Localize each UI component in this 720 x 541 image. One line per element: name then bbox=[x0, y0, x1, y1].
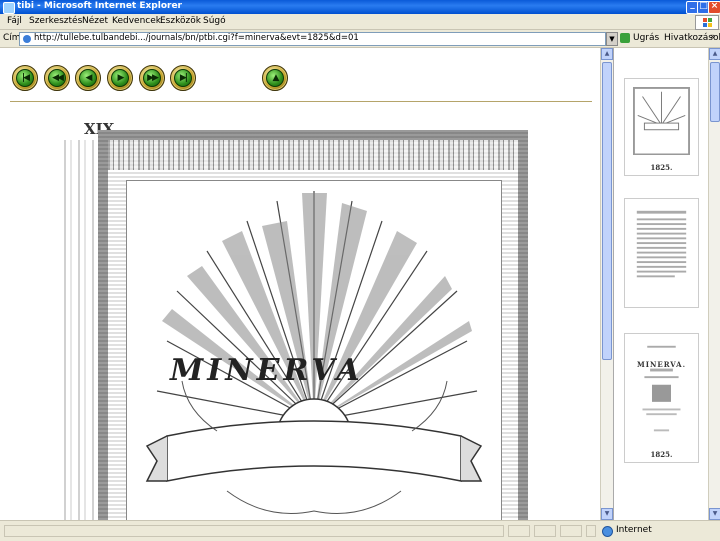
menu-view[interactable]: Nézet bbox=[82, 16, 108, 26]
thumbnail-caption: 1825. bbox=[650, 450, 673, 459]
previous-section-button[interactable]: ◀◀ bbox=[44, 65, 70, 91]
thumb-scroll-thumb[interactable] bbox=[710, 62, 720, 122]
page-margin-text bbox=[58, 140, 94, 520]
globe-icon bbox=[602, 526, 613, 537]
document-viewer: |◀ ◀◀ ◀ ▶ ▶▶ ▶| ▲ XIX MINERVA bbox=[0, 48, 600, 520]
thumbnail-page-1[interactable]: 1825. bbox=[624, 78, 699, 176]
next-icon: ▶ bbox=[117, 73, 125, 83]
status-bar: Internet bbox=[0, 520, 720, 541]
status-segment bbox=[586, 525, 596, 537]
security-zone: Internet bbox=[616, 525, 652, 535]
address-input[interactable]: http://tullebe.tulbandebi.../journals/bn… bbox=[19, 32, 606, 46]
engraving-area bbox=[126, 180, 502, 520]
up-button[interactable]: ▲ bbox=[262, 65, 288, 91]
address-label: Cím bbox=[3, 33, 21, 43]
thumbnail-page-2[interactable] bbox=[624, 198, 699, 308]
menu-help[interactable]: Súgó bbox=[203, 16, 226, 26]
first-page-icon: |◀ bbox=[21, 73, 30, 83]
go-button[interactable]: Ugrás bbox=[633, 33, 659, 43]
menu-file[interactable]: Fájl bbox=[7, 16, 22, 26]
address-url: http://tullebe.tulbandebi.../journals/bn… bbox=[34, 33, 359, 43]
next-section-button[interactable]: ▶▶ bbox=[139, 65, 165, 91]
toolbar-divider bbox=[10, 101, 592, 102]
thumbnail-page-3[interactable]: MINERVA. 1825. bbox=[624, 333, 699, 463]
thumbnail-scrollbar[interactable]: ▲ ▼ bbox=[708, 48, 720, 520]
frame-ornament bbox=[108, 140, 518, 170]
first-page-button[interactable]: |◀ bbox=[12, 65, 38, 91]
address-bar: Cím http://tullebe.tulbandebi.../journal… bbox=[0, 30, 720, 48]
previous-icon: ◀ bbox=[85, 73, 93, 83]
last-page-icon: ▶| bbox=[179, 73, 188, 83]
status-text-area bbox=[4, 525, 504, 537]
next-page-button[interactable]: ▶ bbox=[107, 65, 133, 91]
links-chevron-icon[interactable]: » bbox=[710, 32, 716, 42]
title-bar: tibi - Microsoft Internet Explorer bbox=[0, 0, 720, 14]
address-dropdown-button[interactable]: ▼ bbox=[606, 32, 618, 46]
viewer-scrollbar[interactable]: ▲ ▼ bbox=[600, 48, 613, 520]
status-segment bbox=[534, 525, 556, 537]
page-icon bbox=[23, 35, 31, 43]
thumbnail-art bbox=[642, 345, 681, 432]
window-title: tibi - Microsoft Internet Explorer bbox=[17, 1, 182, 11]
ornamental-frame bbox=[98, 130, 528, 520]
go-arrow-icon[interactable] bbox=[620, 33, 630, 43]
rewind-icon: ◀◀ bbox=[52, 73, 64, 83]
thumbnail-caption: 1825. bbox=[650, 163, 673, 172]
menu-edit[interactable]: Szerkesztés bbox=[29, 16, 82, 26]
thumbnail-art bbox=[633, 87, 690, 156]
up-arrow-icon: ▲ bbox=[272, 73, 280, 83]
sunburst-engraving bbox=[145, 191, 483, 514]
status-segment bbox=[508, 525, 530, 537]
banner-title: MINERVA bbox=[170, 353, 364, 388]
scroll-thumb[interactable] bbox=[602, 62, 612, 360]
previous-page-button[interactable]: ◀ bbox=[75, 65, 101, 91]
fast-forward-icon: ▶▶ bbox=[147, 73, 159, 83]
thumb-scroll-up-icon[interactable]: ▲ bbox=[709, 48, 720, 60]
scroll-up-icon[interactable]: ▲ bbox=[601, 48, 613, 60]
menu-tools[interactable]: Eszközök bbox=[160, 16, 201, 26]
scroll-down-icon[interactable]: ▼ bbox=[601, 508, 613, 520]
menu-favorites[interactable]: Kedvencek bbox=[112, 16, 161, 26]
thumbnail-panel: 1825. MINERVA. 1825. bbox=[613, 48, 709, 520]
thumb-scroll-down-icon[interactable]: ▼ bbox=[709, 508, 720, 520]
thumbnail-art bbox=[636, 210, 687, 278]
windows-logo-icon bbox=[695, 15, 719, 30]
last-page-button[interactable]: ▶| bbox=[170, 65, 196, 91]
scanned-page: XIX bbox=[58, 110, 538, 520]
status-segment bbox=[560, 525, 582, 537]
menu-bar: Fájl Szerkesztés Nézet Kedvencek Eszközö… bbox=[0, 14, 720, 30]
close-button[interactable] bbox=[708, 1, 720, 14]
ie-icon bbox=[3, 2, 15, 14]
